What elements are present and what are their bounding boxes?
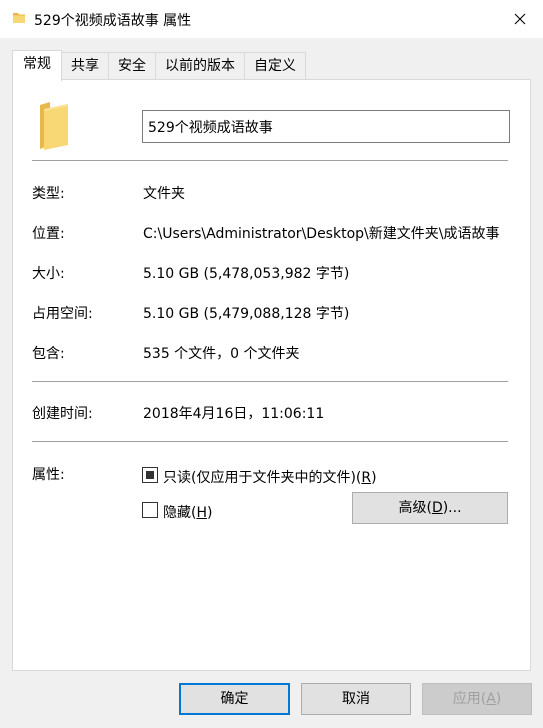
divider	[32, 441, 508, 442]
tab-security[interactable]: 安全	[108, 52, 156, 80]
divider	[32, 160, 508, 161]
created-label: 创建时间:	[32, 406, 93, 422]
hidden-checkbox[interactable]	[142, 502, 158, 518]
tab-previous-versions[interactable]: 以前的版本	[155, 52, 245, 80]
tab-sharing[interactable]: 共享	[61, 52, 109, 80]
ok-button[interactable]: 确定	[179, 683, 290, 715]
contains-value: 535 个文件，0 个文件夹	[143, 346, 300, 362]
close-icon	[514, 13, 526, 25]
type-value: 文件夹	[143, 186, 185, 202]
advanced-button[interactable]: 高级(D)...	[352, 492, 508, 524]
readonly-checkbox-label[interactable]: 只读(仅应用于文件夹中的文件)(R)	[163, 467, 377, 487]
folder-icon	[40, 102, 68, 150]
title-bar: 529个视频成语故事 属性	[0, 0, 543, 38]
folder-icon	[13, 13, 25, 23]
location-label: 位置:	[32, 226, 65, 242]
cancel-button[interactable]: 取消	[301, 683, 411, 715]
location-value: C:\Users\Administrator\Desktop\新建文件夹\成语故…	[143, 226, 500, 242]
created-value: 2018年4月16日，11:06:11	[143, 406, 325, 422]
hidden-checkbox-label[interactable]: 隐藏(H)	[163, 502, 212, 522]
window-title: 529个视频成语故事 属性	[34, 13, 192, 29]
divider	[32, 381, 508, 382]
general-panel	[12, 79, 531, 671]
size-label: 大小:	[32, 266, 65, 282]
apply-button[interactable]: 应用(A)	[422, 683, 532, 715]
folder-name-input[interactable]	[142, 110, 510, 143]
type-label: 类型:	[32, 186, 65, 202]
tab-customize[interactable]: 自定义	[244, 52, 306, 80]
size-on-disk-value: 5.10 GB (5,479,088,128 字节)	[143, 306, 350, 322]
readonly-checkbox[interactable]	[142, 467, 158, 483]
attributes-label: 属性:	[32, 467, 65, 483]
tab-strip: 常规 共享 安全 以前的版本 自定义	[12, 50, 306, 81]
tab-general[interactable]: 常规	[12, 50, 62, 81]
contains-label: 包含:	[32, 346, 65, 362]
size-value: 5.10 GB (5,478,053,982 字节)	[143, 266, 350, 282]
close-button[interactable]	[497, 0, 543, 38]
size-on-disk-label: 占用空间:	[32, 306, 93, 322]
